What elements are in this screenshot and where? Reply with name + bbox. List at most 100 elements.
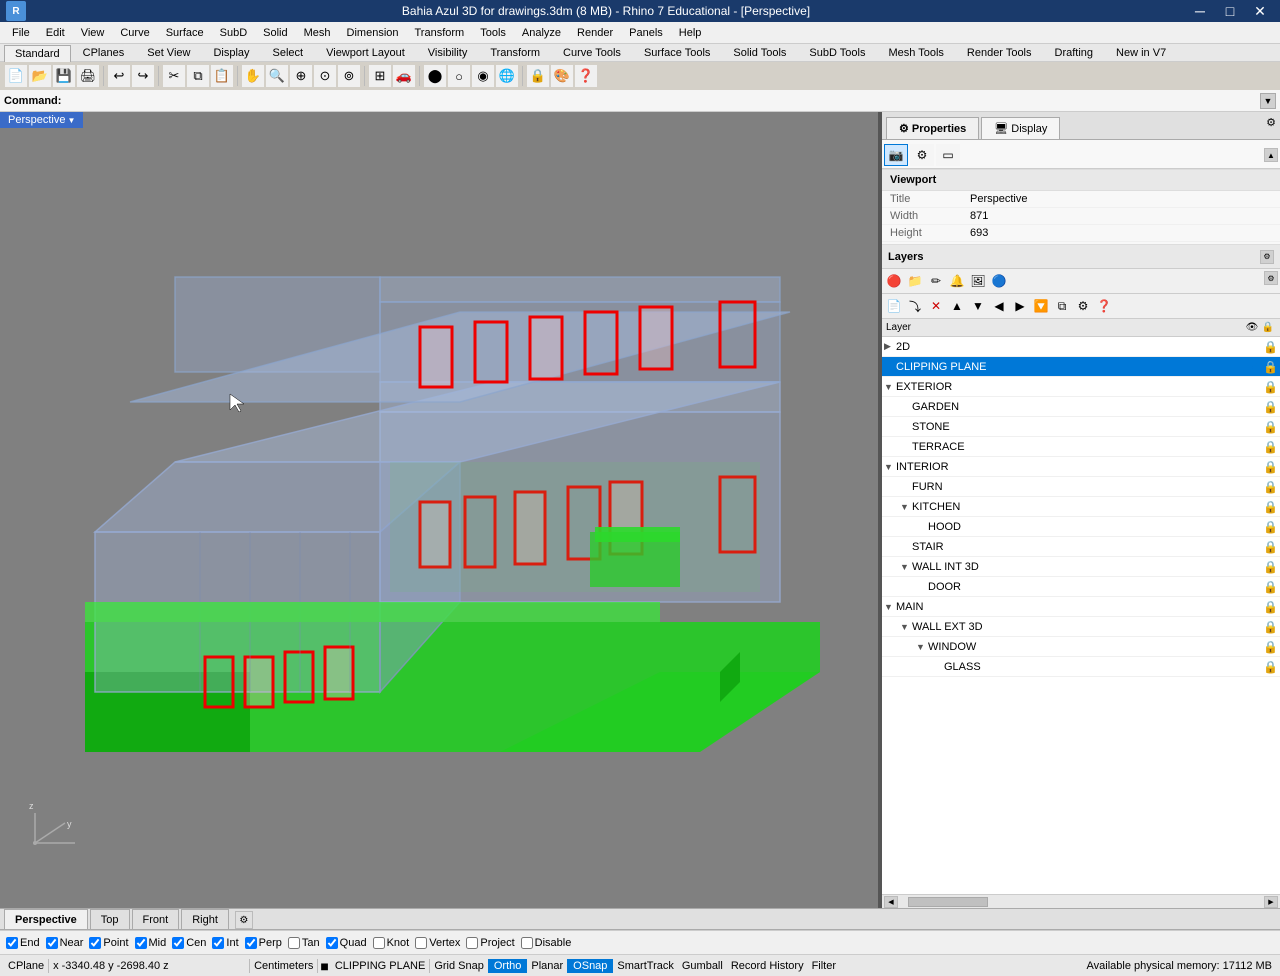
toolbar-tab-drafting[interactable]: Drafting <box>1044 44 1105 61</box>
lyr-copy[interactable]: ⧉ <box>1052 296 1072 316</box>
layer-row-hood[interactable]: HOOD🔒 <box>882 517 1280 537</box>
snap-btn[interactable]: 🔒 <box>527 65 549 87</box>
layer-row-garden[interactable]: GARDEN🔒 <box>882 397 1280 417</box>
osnap-cb-cen[interactable] <box>172 937 184 949</box>
layer-lock-2d[interactable]: 🔒 <box>1263 340 1278 354</box>
layer-row-2d[interactable]: ▶2D🔒 <box>882 337 1280 357</box>
viewport-label[interactable]: Perspective ▼ <box>0 112 83 128</box>
osnap-cb-mid[interactable] <box>135 937 147 949</box>
paste-btn[interactable]: 📋 <box>211 65 233 87</box>
tab-top[interactable]: Top <box>90 909 130 929</box>
undo-btn[interactable]: ↩ <box>108 65 130 87</box>
layer-row-main[interactable]: ▼MAIN🔒 <box>882 597 1280 617</box>
toolbar-tab-cplanes[interactable]: CPlanes <box>72 44 136 61</box>
layer-toggle-wallint3d[interactable]: ▼ <box>900 562 912 572</box>
zoom-btn[interactable]: 🔍 <box>266 65 288 87</box>
layer-lock-hood[interactable]: 🔒 <box>1263 520 1278 534</box>
command-expand[interactable]: ▼ <box>1260 93 1276 109</box>
layer-lock-main[interactable]: 🔒 <box>1263 600 1278 614</box>
status-gumball[interactable]: Gumball <box>678 960 727 972</box>
toolbar-tab-visibility[interactable]: Visibility <box>417 44 479 61</box>
osnap-cb-tan[interactable] <box>288 937 300 949</box>
menu-surface[interactable]: Surface <box>158 25 212 41</box>
lyr-options[interactable]: ⚙ <box>1073 296 1093 316</box>
layer-lock-glass[interactable]: 🔒 <box>1263 660 1278 674</box>
cut-btn[interactable]: ✂ <box>163 65 185 87</box>
toolbar-tab-new-in-v7[interactable]: New in V7 <box>1105 44 1177 61</box>
layer-lock-exterior[interactable]: 🔒 <box>1263 380 1278 394</box>
tab-perspective[interactable]: Perspective <box>4 909 88 929</box>
layers-new[interactable]: 🔴 <box>884 271 904 291</box>
tab-front[interactable]: Front <box>132 909 180 929</box>
gear-btn[interactable]: ⚙ <box>910 144 934 166</box>
layer-lock-stair[interactable]: 🔒 <box>1263 540 1278 554</box>
display-tab[interactable]: 🖥 Display <box>981 117 1060 139</box>
osnap-cb-near[interactable] <box>46 937 58 949</box>
zoom-window-btn[interactable]: ⊕ <box>290 65 312 87</box>
toolbar-tab-standard[interactable]: Standard <box>4 45 71 62</box>
car-btn[interactable]: 🚗 <box>393 65 415 87</box>
menu-transform[interactable]: Transform <box>407 25 473 41</box>
osnap-cb-point[interactable] <box>89 937 101 949</box>
minimize-button[interactable]: ─ <box>1186 2 1214 20</box>
layer-lock-door[interactable]: 🔒 <box>1263 580 1278 594</box>
shaded-btn[interactable]: ⬤ <box>424 65 446 87</box>
lyr-right[interactable]: ▶ <box>1010 296 1030 316</box>
menu-curve[interactable]: Curve <box>112 25 157 41</box>
layer-lock-wallint3d[interactable]: 🔒 <box>1263 560 1278 574</box>
lyr-add[interactable]: 📄 <box>884 296 904 316</box>
panel-scroll-up[interactable]: ▲ <box>1264 148 1278 162</box>
status-osnap[interactable]: OSnap <box>567 959 613 973</box>
new-btn[interactable]: 📄 <box>5 65 27 87</box>
tab-right[interactable]: Right <box>181 909 229 929</box>
layer-lock-furn[interactable]: 🔒 <box>1263 480 1278 494</box>
layer-lock-kitchen[interactable]: 🔒 <box>1263 500 1278 514</box>
menu-tools[interactable]: Tools <box>472 25 514 41</box>
menu-view[interactable]: View <box>73 25 113 41</box>
status-ortho[interactable]: Ortho <box>488 959 528 973</box>
scroll-right[interactable]: ▶ <box>1264 896 1278 908</box>
osnap-cb-project[interactable] <box>466 937 478 949</box>
zoom-extent-btn[interactable]: ⊙ <box>314 65 336 87</box>
layer-row-glass[interactable]: GLASS🔒 <box>882 657 1280 677</box>
menu-help[interactable]: Help <box>671 25 710 41</box>
open-btn[interactable]: 📂 <box>29 65 51 87</box>
toolbar-tab-mesh-tools[interactable]: Mesh Tools <box>877 44 954 61</box>
maximize-button[interactable]: □ <box>1216 2 1244 20</box>
layer-row-exterior[interactable]: ▼EXTERIOR🔒 <box>882 377 1280 397</box>
status-planar[interactable]: Planar <box>527 960 567 972</box>
grid-btn[interactable]: ⊞ <box>369 65 391 87</box>
layer-lock-window[interactable]: 🔒 <box>1263 640 1278 654</box>
help-btn[interactable]: ❓ <box>575 65 597 87</box>
panel-h-scrollbar[interactable]: ◀ ▶ <box>882 894 1280 908</box>
status-smarttrack[interactable]: SmartTrack <box>613 960 677 972</box>
layer-row-wallint3d[interactable]: ▼WALL INT 3D🔒 <box>882 557 1280 577</box>
menu-edit[interactable]: Edit <box>38 25 73 41</box>
layers-settings2[interactable]: ⚙ <box>1264 271 1278 285</box>
menu-panels[interactable]: Panels <box>621 25 671 41</box>
print-btn[interactable]: 🖨 <box>77 65 99 87</box>
lyr-left[interactable]: ◀ <box>989 296 1009 316</box>
menu-subd[interactable]: SubD <box>212 25 256 41</box>
redo-btn[interactable]: ↪ <box>132 65 154 87</box>
layers-image[interactable]: 🖼 <box>968 271 988 291</box>
sphere-btn[interactable]: ◉ <box>472 65 494 87</box>
globe-btn[interactable]: 🌐 <box>496 65 518 87</box>
layer-toggle-wallext3d[interactable]: ▼ <box>900 622 912 632</box>
layer-row-window[interactable]: ▼WINDOW🔒 <box>882 637 1280 657</box>
layer-row-interior[interactable]: ▼INTERIOR🔒 <box>882 457 1280 477</box>
menu-mesh[interactable]: Mesh <box>296 25 339 41</box>
layers-settings[interactable]: ⚙ <box>1260 250 1274 264</box>
toolbar-tab-solid-tools[interactable]: Solid Tools <box>722 44 797 61</box>
toolbar-tab-curve-tools[interactable]: Curve Tools <box>552 44 632 61</box>
toolbar-tab-subd-tools[interactable]: SubD Tools <box>798 44 876 61</box>
layer-row-wallext3d[interactable]: ▼WALL EXT 3D🔒 <box>882 617 1280 637</box>
menu-dimension[interactable]: Dimension <box>339 25 407 41</box>
zoom-sel-btn[interactable]: ⊚ <box>338 65 360 87</box>
layer-row-stone[interactable]: STONE🔒 <box>882 417 1280 437</box>
layer-toggle-interior[interactable]: ▼ <box>884 462 896 472</box>
toolbar-tab-render-tools[interactable]: Render Tools <box>956 44 1043 61</box>
layer-row-clipping[interactable]: CLIPPING PLANE✓🔒 <box>882 357 1280 377</box>
scroll-thumb[interactable] <box>908 897 988 907</box>
properties-tab[interactable]: ⚙ Properties <box>886 117 979 139</box>
